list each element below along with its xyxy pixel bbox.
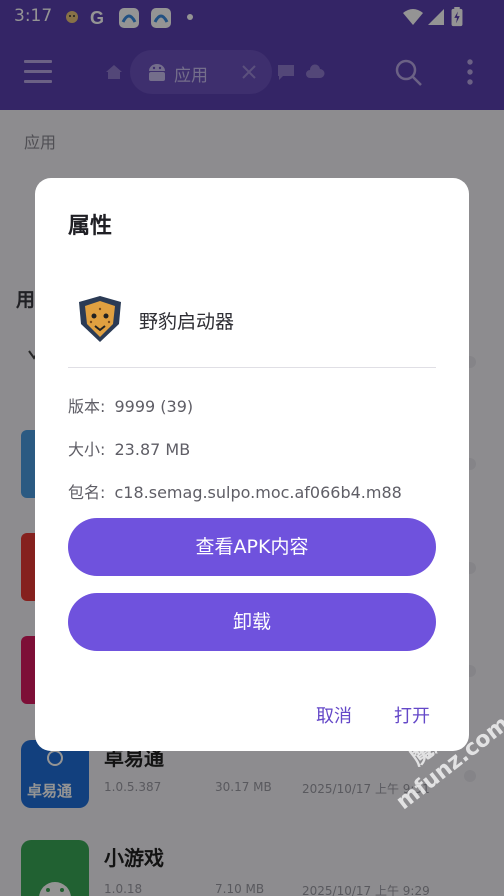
version-label: 版本: (68, 397, 106, 416)
open-button[interactable]: 打开 (394, 702, 430, 728)
package-row: 包名: c18.semag.sulpo.moc.af066b4.m88 (68, 479, 402, 503)
properties-dialog: 属性 野豹启动器 版本: 9999 (39) 大小: 23.87 MB 包名: … (35, 178, 469, 751)
size-value: 23.87 MB (114, 440, 191, 459)
package-label: 包名: (68, 483, 106, 502)
leopard-app-icon (79, 296, 121, 342)
version-value: 9999 (39) (114, 397, 194, 416)
size-label: 大小: (68, 440, 106, 459)
app-name: 野豹启动器 (139, 311, 235, 333)
view-apk-button[interactable]: 查看APK内容 (68, 518, 436, 576)
uninstall-button[interactable]: 卸载 (68, 593, 436, 651)
size-row: 大小: 23.87 MB (68, 436, 190, 460)
version-row: 版本: 9999 (39) (68, 393, 193, 417)
package-value: c18.semag.sulpo.moc.af066b4.m88 (114, 483, 402, 502)
cancel-button[interactable]: 取消 (316, 702, 352, 728)
divider (68, 367, 436, 368)
dialog-title: 属性 (68, 214, 113, 239)
